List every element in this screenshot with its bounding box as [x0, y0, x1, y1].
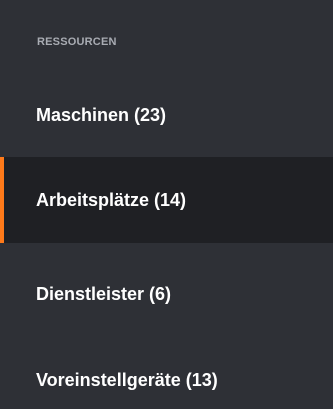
resources-sidebar: RESSOURCEN Maschinen (23) Arbeitsplätze …	[0, 0, 333, 409]
sidebar-item-label: Dienstleister (6)	[36, 283, 172, 304]
sidebar-item-label: Arbeitsplätze (14)	[36, 189, 187, 210]
sidebar-item-label: Voreinstellgeräte (13)	[36, 369, 218, 390]
sidebar-item-dienstleister[interactable]: Dienstleister (6)	[0, 265, 333, 323]
active-indicator	[0, 157, 4, 243]
sidebar-item-label: Maschinen (23)	[36, 104, 167, 125]
sidebar-item-maschinen[interactable]: Maschinen (23)	[0, 86, 333, 144]
sidebar-item-arbeitsplaetze[interactable]: Arbeitsplätze (14)	[0, 157, 333, 243]
section-header-ressourcen: RESSOURCEN	[37, 36, 117, 48]
sidebar-item-voreinstellgeraete[interactable]: Voreinstellgeräte (13)	[0, 351, 333, 409]
